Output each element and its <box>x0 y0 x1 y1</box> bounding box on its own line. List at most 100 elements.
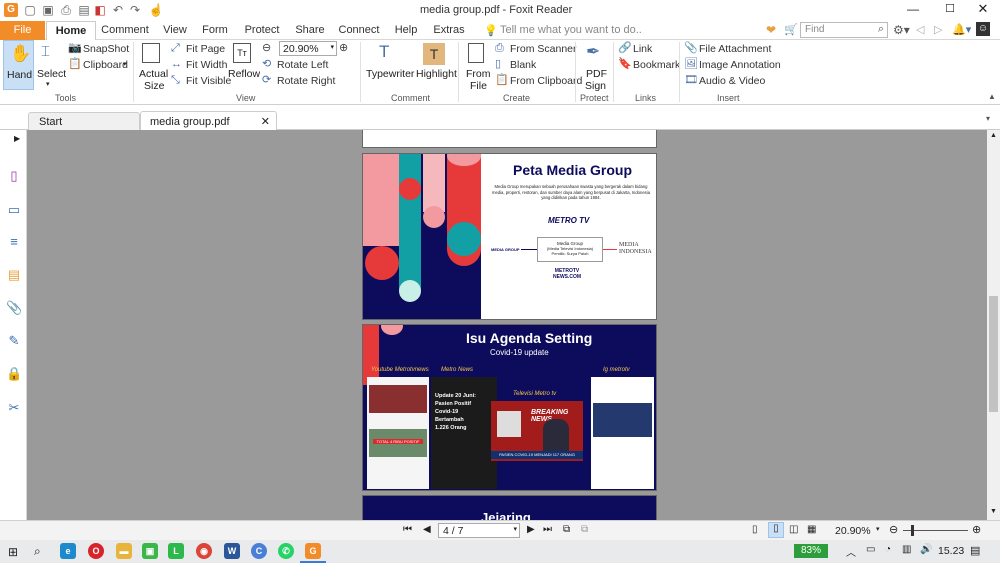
pdf-sign-button[interactable]: ✒ PDF Sign <box>580 40 608 92</box>
redo-icon[interactable]: ↷ <box>128 3 142 17</box>
fit-visible-button[interactable]: Fit Visible <box>186 75 231 87</box>
single-page-icon[interactable]: ▯ <box>752 524 758 535</box>
wifi-icon[interactable]: ◔ <box>885 544 891 555</box>
scroll-thumb[interactable] <box>989 296 998 412</box>
tell-me-input[interactable]: Tell me what you want to do.. <box>500 24 642 36</box>
next-page-icon[interactable]: ▶ <box>527 524 535 535</box>
blank-button[interactable]: Blank <box>510 59 536 71</box>
from-clipboard-button[interactable]: From Clipboard <box>510 75 582 87</box>
audio-video-button[interactable]: Audio & Video <box>699 75 765 87</box>
opera-icon[interactable]: O <box>88 543 104 559</box>
windows-start-icon[interactable]: ⊞ <box>8 545 18 559</box>
facing-page-icon[interactable]: ◫ <box>789 524 798 535</box>
edge-icon[interactable]: e <box>60 543 76 559</box>
zoom-in-icon[interactable]: ⊕ <box>339 42 348 55</box>
next-view-icon[interactable]: ▷ <box>934 23 942 36</box>
expand-panel-icon[interactable]: ▶ <box>14 134 20 143</box>
browser-icon[interactable]: C <box>251 543 267 559</box>
zoom-out-icon[interactable]: ⊖ <box>262 42 271 55</box>
vertical-scrollbar[interactable]: ▲ ▼ <box>987 130 1000 520</box>
tab-view[interactable]: View <box>160 21 190 40</box>
prev-view-icon[interactable]: ◁ <box>916 23 924 36</box>
continuous-page-icon[interactable]: ▯ <box>768 522 784 538</box>
network-icon[interactable]: ▥ <box>902 544 911 555</box>
file-attachment-button[interactable]: File Attachment <box>699 43 771 55</box>
hand-tool-icon[interactable]: ☝▾ <box>146 3 166 31</box>
snapshot-button[interactable]: SnapShot <box>83 43 129 55</box>
tab-menu-icon[interactable]: ▾ <box>986 114 990 123</box>
tab-file[interactable]: File <box>0 21 45 40</box>
first-page-icon[interactable]: ⏮ <box>403 524 412 535</box>
reflow-button[interactable]: Tт Reflow <box>228 40 260 90</box>
tab-comment[interactable]: Comment <box>100 21 150 40</box>
save-icon[interactable]: ▣ <box>41 3 55 17</box>
clipboard-button[interactable]: Clipboard <box>83 59 128 71</box>
foxit-taskbar-icon[interactable]: G <box>305 543 321 559</box>
minimize-icon[interactable]: — <box>898 2 928 18</box>
last-page-icon[interactable]: ⏭ <box>543 524 552 535</box>
line-icon[interactable]: L <box>168 543 184 559</box>
word-icon[interactable]: W <box>224 543 240 559</box>
page-number-input[interactable]: 4 / 7 ▾ <box>438 523 520 538</box>
close-tab-icon[interactable]: ✕ <box>261 115 270 128</box>
fit-width-button[interactable]: Fit Width <box>186 59 227 71</box>
bookmark-button[interactable]: Bookmark <box>633 59 680 71</box>
scroll-down-icon[interactable]: ▼ <box>990 508 997 515</box>
rotate-left-button[interactable]: Rotate Left <box>277 59 328 71</box>
pdf-icon[interactable]: ◧ <box>93 3 107 17</box>
tab-connect[interactable]: Connect <box>338 21 380 40</box>
tray-chevron-icon[interactable]: ︿ <box>846 544 856 559</box>
previous-view-icon[interactable]: ⧉ <box>563 524 570 535</box>
zoom-select[interactable]: 20.90% ▾ <box>279 41 337 56</box>
print-icon[interactable]: ⎙ <box>59 3 73 17</box>
actual-size-button[interactable]: Actual Size <box>137 40 168 92</box>
search-taskbar-icon[interactable]: ⌕ <box>34 544 41 559</box>
tab-current-document[interactable]: media group.pdf ✕ <box>140 111 277 131</box>
tab-start[interactable]: Start <box>28 112 140 130</box>
fit-page-button[interactable]: Fit Page <box>186 43 225 55</box>
search-icon[interactable]: ⌕ <box>878 23 884 36</box>
comments-icon[interactable]: ▤ <box>6 267 22 283</box>
tab-protect[interactable]: Protect <box>242 21 282 40</box>
whatsapp-icon[interactable]: ✆ <box>278 543 294 559</box>
tab-form[interactable]: Form <box>200 21 230 40</box>
layers-icon[interactable]: ≡ <box>6 234 22 250</box>
tab-help[interactable]: Help <box>393 21 419 40</box>
undo-icon[interactable]: ↶ <box>111 3 125 17</box>
bookmarks-panel-icon[interactable]: ▭ <box>6 202 22 218</box>
continuous-facing-icon[interactable]: ▦ <box>807 524 816 535</box>
settings-icon[interactable]: ⚙▾ <box>893 23 910 37</box>
tools-icon[interactable]: ✂ <box>6 400 22 416</box>
document-view[interactable]: Peta Media Group Media Group merupakan s… <box>27 130 987 520</box>
tab-share[interactable]: Share <box>294 21 326 40</box>
maximize-icon[interactable]: ☐ <box>935 2 965 18</box>
volume-icon[interactable]: 🔊 <box>920 544 932 555</box>
battery-indicator[interactable]: 83% <box>794 544 828 558</box>
highlight-button[interactable]: T Highlight <box>414 40 457 90</box>
chat-app-icon[interactable]: ▣ <box>142 543 158 559</box>
scroll-up-icon[interactable]: ▲ <box>990 132 997 139</box>
find-input[interactable]: Find ⌕ <box>800 22 888 38</box>
battery-icon[interactable]: ▭ <box>866 544 875 555</box>
prev-page-icon[interactable]: ◀ <box>423 524 431 535</box>
next-view-icon[interactable]: ⧉ <box>581 524 588 535</box>
chrome-icon[interactable]: ◉ <box>196 543 212 559</box>
security-lock-icon[interactable]: 🔒 <box>6 366 22 382</box>
link-button[interactable]: Link <box>633 43 652 55</box>
from-scanner-button[interactable]: From Scanner <box>510 43 577 55</box>
from-file-button[interactable]: From File <box>462 40 492 92</box>
status-zoom-out-icon[interactable]: ⊖ <box>889 523 898 536</box>
new-icon[interactable]: ▤ <box>77 3 91 17</box>
typewriter-button[interactable]: T Typewriter <box>364 40 414 90</box>
rotate-right-button[interactable]: Rotate Right <box>277 75 335 87</box>
status-zoom-in-icon[interactable]: ⊕ <box>972 523 981 536</box>
cart-icon[interactable]: 🛒 <box>784 23 798 36</box>
clock[interactable]: 15.23 <box>938 545 964 557</box>
heart-icon[interactable]: ❤ <box>766 23 776 37</box>
pages-icon[interactable]: ▯ <box>6 168 22 184</box>
notification-icon[interactable]: 🔔▾ <box>952 23 971 36</box>
user-icon[interactable]: ☺ <box>976 22 990 36</box>
zoom-slider-thumb[interactable] <box>911 525 914 536</box>
image-annotation-button[interactable]: Image Annotation <box>699 59 781 71</box>
action-center-icon[interactable]: ▤ <box>970 544 980 557</box>
